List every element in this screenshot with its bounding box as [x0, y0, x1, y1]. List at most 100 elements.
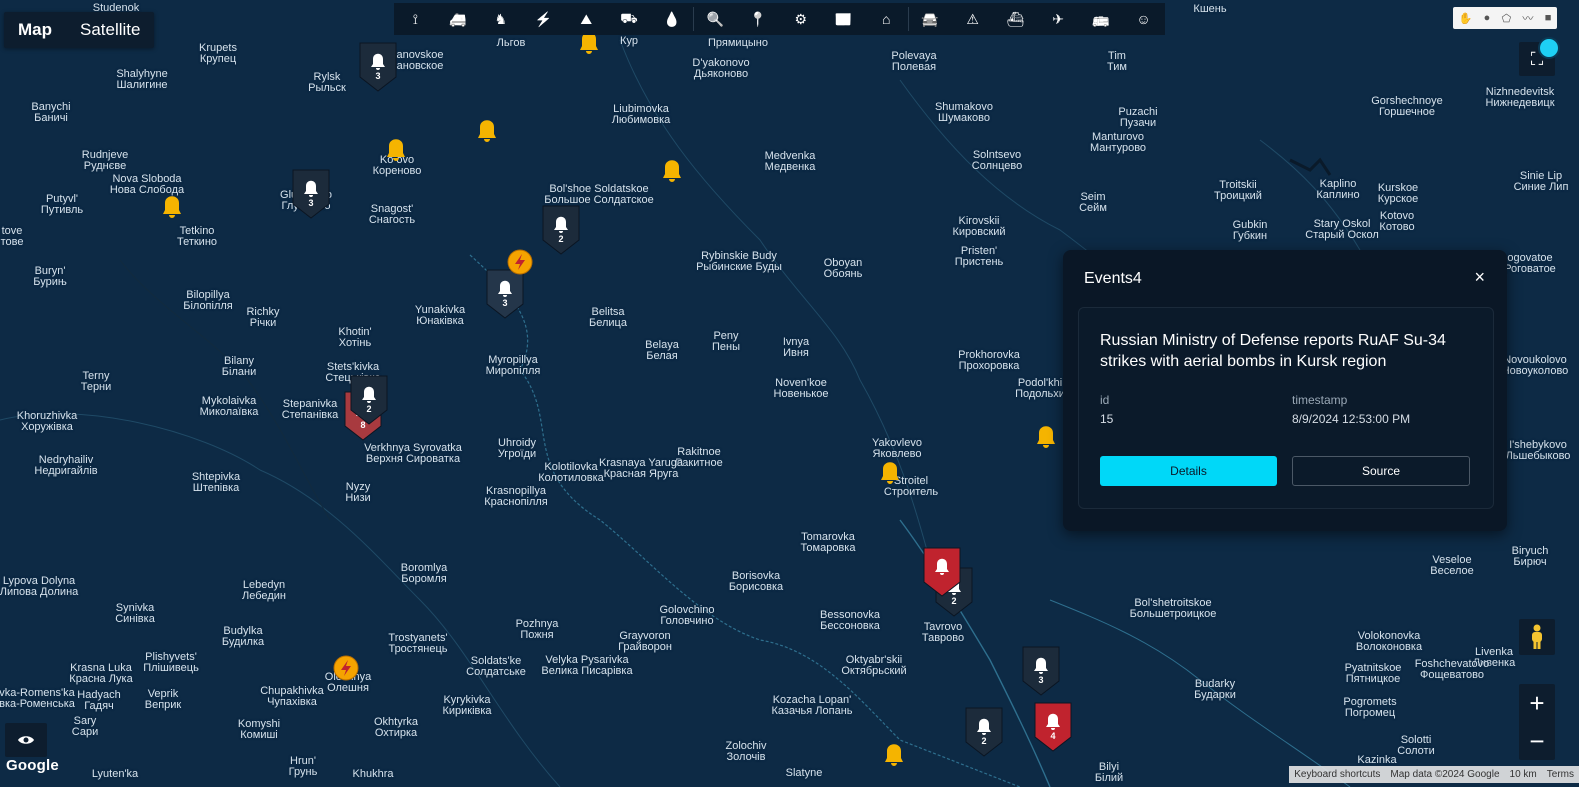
place-label: Kotovo Котово: [1379, 210, 1415, 233]
place-label: Pyatnitskoe Пятницкое: [1344, 662, 1402, 685]
place-label: Veprik Веприк: [144, 688, 182, 711]
street-view-pegman[interactable]: [1519, 619, 1555, 655]
antenna-icon[interactable]: ⟟: [394, 3, 437, 35]
place-label: Slatyne: [785, 767, 823, 779]
airplane-icon[interactable]: ✈: [1037, 3, 1080, 35]
gear-icon[interactable]: ⚙: [779, 3, 822, 35]
details-button[interactable]: Details: [1100, 456, 1277, 486]
place-label: Soldats'ke Солдатське: [466, 655, 526, 678]
place-label: Krupets Крупец: [199, 42, 237, 65]
place-label: Yunakivka Юнаківка: [414, 304, 466, 327]
place-label: Manturovo Мантурово: [1089, 131, 1147, 154]
bus-icon[interactable]: 🚌: [1080, 3, 1123, 35]
id-value: 15: [1100, 412, 1114, 426]
search-zoom-icon[interactable]: 🔍: [694, 3, 737, 35]
place-label: Bilany Білани: [221, 355, 257, 378]
car-icon[interactable]: 🚘: [909, 3, 952, 35]
place-label: Boromlya Боромля: [400, 562, 448, 585]
place-label: Stary Oskol Старый Оскол: [1305, 218, 1379, 241]
place-label: Prokhorovka Прохоровка: [958, 349, 1020, 372]
events-panel: Events4 × Russian Ministry of Defense re…: [1063, 250, 1507, 531]
drop-icon[interactable]: 💧: [650, 3, 693, 35]
place-label: Golovchino Головчино: [659, 604, 715, 627]
place-label: Nyzy Низи: [345, 481, 371, 504]
artillery-icon[interactable]: ⛰: [565, 3, 608, 35]
place-label: Richky Річки: [246, 306, 280, 329]
place-label: D'yakonovo Дьяконово: [692, 57, 750, 80]
scale-text[interactable]: 10 km: [1505, 766, 1542, 783]
visibility-button[interactable]: [5, 723, 47, 757]
circle-icon[interactable]: ●: [1484, 12, 1491, 24]
hand-icon[interactable]: ✋: [1459, 12, 1473, 25]
map-attribution: Keyboard shortcuts Map data ©2024 Google…: [1289, 766, 1579, 783]
place-label: Pozhnya Пожня: [515, 618, 559, 641]
place-label: Bilyi Білий: [1094, 761, 1124, 784]
place-label: Liubimovka Любимовка: [611, 103, 671, 126]
polygon-icon[interactable]: ⬠: [1502, 12, 1512, 25]
place-label: Shtepivka Штепівка: [191, 471, 241, 494]
house-icon[interactable]: ⌂: [865, 3, 908, 35]
face-icon[interactable]: ☺: [1122, 3, 1165, 35]
place-label: Novoukolovo Новоуколово: [1501, 354, 1569, 377]
keyboard-shortcuts-link[interactable]: Keyboard shortcuts: [1289, 766, 1385, 783]
place-label: Plishyvets' Плішивець: [143, 651, 199, 674]
newspaper-icon[interactable]: 📰: [822, 3, 865, 35]
place-label: Banychi Баничі: [31, 101, 71, 124]
place-label: tove тове: [0, 225, 24, 248]
place-label: Tavrovo Таврово: [921, 621, 965, 644]
place-label: Gubkin Губкин: [1232, 219, 1268, 242]
map-button[interactable]: Map: [4, 12, 66, 48]
place-label: Borisovka Борисовка: [728, 570, 784, 593]
place-label: Льгов: [496, 37, 526, 49]
place-label: Gorshechnoye Горшечное: [1371, 95, 1443, 118]
place-label: Sary Сари: [71, 715, 99, 738]
polyline-icon[interactable]: 〰: [1522, 10, 1533, 26]
place-label: Tim Тим: [1107, 50, 1127, 73]
place-label: Khukhra: [352, 768, 394, 780]
terms-link[interactable]: Terms: [1542, 766, 1579, 783]
zoom-in-button[interactable]: +: [1519, 684, 1555, 722]
place-label: Shalyhyne Шалигине: [116, 68, 168, 91]
truck-icon[interactable]: ⛟: [608, 3, 651, 35]
zoom-out-button[interactable]: −: [1519, 722, 1555, 760]
place-label: Trostyanets' Тростянець: [388, 632, 448, 655]
source-button[interactable]: Source: [1292, 456, 1470, 486]
place-label: Oktyabr'skii Октябрьский: [841, 654, 907, 677]
place-label: Bol'shetroitskoe Большетроицкое: [1129, 597, 1217, 620]
map-type-control: Map Satellite: [4, 12, 155, 48]
event-filter-toolbar: ⟟ 🚑 ♞ ⚡ ⛰ ⛟ 💧 🔍 📍 ⚙ 📰 ⌂ 🚘 ⚠ ⛴ ✈ 🚌 ☺: [394, 3, 1165, 35]
place-label: Rudnjeve Руднєве: [81, 149, 129, 172]
place-label: Kyrykivka Кириківка: [442, 694, 492, 717]
place-label: Seim Сейм: [1079, 191, 1107, 214]
soldier-icon[interactable]: ♞: [479, 3, 522, 35]
place-label: Snagost' Снагость: [368, 203, 416, 226]
place-label: Hrun' Грунь: [288, 755, 318, 778]
ambulance-icon[interactable]: 🚑: [437, 3, 480, 35]
place-label: Kaplino Каплино: [1316, 178, 1360, 201]
place-label: Budarky Бударки: [1194, 678, 1236, 701]
place-label: Nova Sloboda Нова Слобода: [109, 173, 185, 196]
drawing-tools: ✋ ● ⬠ 〰 ■: [1453, 7, 1557, 29]
place-label: Zolochiv Золочів: [725, 740, 767, 763]
place-label: Tetkino Теткино: [176, 225, 218, 248]
place-label: Прямицыно: [708, 37, 768, 49]
place-label: Ko ovo Кореново: [372, 154, 422, 177]
place-label: Bol'shoe Soldatskoe Большое Солдатское: [544, 183, 654, 206]
close-icon[interactable]: ×: [1474, 267, 1485, 288]
place-label: Uhroidy Угроїди: [497, 437, 537, 460]
rectangle-icon[interactable]: ■: [1545, 12, 1552, 24]
pin-icon[interactable]: 📍: [737, 3, 780, 35]
place-label: Stepanivka Степанівка: [281, 398, 339, 421]
place-label: Hadyach Гадяч: [77, 689, 121, 712]
warning-icon[interactable]: ⚠: [951, 3, 994, 35]
place-label: Lebedyn Лебедин: [242, 579, 286, 602]
place-label: Kirovskii Кировский: [952, 215, 1006, 238]
lightning-icon[interactable]: ⚡: [522, 3, 565, 35]
ship-icon[interactable]: ⛴: [994, 3, 1037, 35]
place-label: Noven'koe Новенькое: [773, 377, 829, 400]
event-title: Russian Ministry of Defense reports RuAF…: [1100, 332, 1446, 370]
place-label: Grayvoron Грайворон: [618, 630, 672, 653]
place-label: Kazinka: [1357, 754, 1397, 766]
place-label: Nizhnedevitsk Нижнедевицк: [1485, 86, 1555, 109]
satellite-button[interactable]: Satellite: [66, 12, 154, 48]
